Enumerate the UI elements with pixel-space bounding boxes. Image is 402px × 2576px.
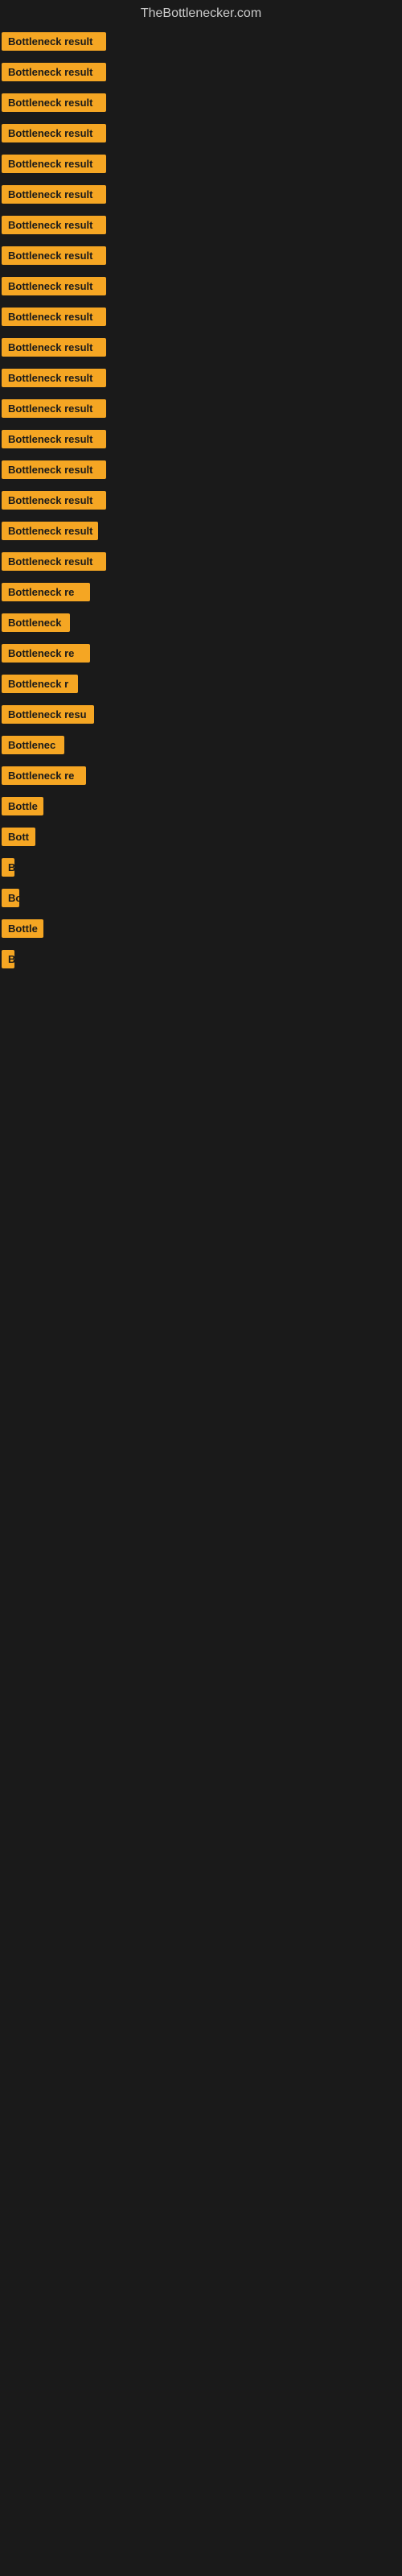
list-item[interactable]: Bottleneck result — [2, 367, 400, 393]
list-item[interactable]: Bottleneck result — [2, 153, 400, 179]
list-item[interactable]: Bottleneck r — [2, 673, 400, 699]
list-item[interactable]: Bottleneck result — [2, 184, 400, 209]
list-item[interactable]: Bottleneck result — [2, 336, 400, 362]
list-item[interactable]: Bottleneck result — [2, 245, 400, 270]
items-container: Bottleneck result Bottleneck result Bottle… — [0, 27, 402, 982]
bottleneck-label: Bottleneck result — [2, 124, 106, 142]
list-item[interactable]: Bottleneck result — [2, 122, 400, 148]
list-item[interactable]: Bottle — [2, 795, 400, 821]
bottleneck-label: Bottleneck result — [2, 430, 106, 448]
bottleneck-label: Bottleneck result — [2, 32, 106, 51]
list-item[interactable]: Bo — [2, 887, 400, 913]
bottleneck-label: Bottlenec — [2, 736, 64, 754]
list-item[interactable]: Bottleneck result — [2, 551, 400, 576]
list-item[interactable]: Bottleneck result — [2, 428, 400, 454]
bottleneck-label: Bottleneck result — [2, 552, 106, 571]
list-item[interactable]: Bottleneck result — [2, 520, 400, 546]
bottleneck-label: Bottleneck result — [2, 155, 106, 173]
bottleneck-label: Bottleneck result — [2, 63, 106, 81]
bottleneck-label: Bo — [2, 889, 19, 907]
bottleneck-label: Bottleneck result — [2, 216, 106, 234]
bottleneck-label: Bott — [2, 828, 35, 846]
bottleneck-label: Bottleneck re — [2, 583, 90, 601]
list-item[interactable]: Bottleneck result — [2, 489, 400, 515]
list-item[interactable]: Bottleneck re — [2, 581, 400, 607]
list-item[interactable]: B — [2, 857, 400, 882]
list-item[interactable]: Bottleneck result — [2, 214, 400, 240]
list-item[interactable]: Bottleneck result — [2, 306, 400, 332]
list-item[interactable]: B — [2, 948, 400, 974]
bottleneck-label: Bottleneck — [2, 613, 70, 632]
site-title: TheBottlenecker.com — [0, 0, 402, 27]
bottleneck-label: Bottleneck re — [2, 644, 90, 663]
bottleneck-label: Bottleneck r — [2, 675, 78, 693]
bottleneck-label: Bottleneck result — [2, 185, 106, 204]
bottleneck-label: B — [2, 858, 14, 877]
bottleneck-label: Bottleneck result — [2, 522, 98, 540]
bottleneck-label: Bottleneck result — [2, 399, 106, 418]
bottleneck-label: Bottleneck result — [2, 246, 106, 265]
list-item[interactable]: Bott — [2, 826, 400, 852]
list-item[interactable]: Bottleneck resu — [2, 704, 400, 729]
bottleneck-label: Bottleneck resu — [2, 705, 94, 724]
bottleneck-label: Bottleneck result — [2, 277, 106, 295]
list-item[interactable]: Bottleneck result — [2, 92, 400, 118]
list-item[interactable]: Bottleneck result — [2, 459, 400, 485]
bottleneck-label: Bottleneck result — [2, 308, 106, 326]
list-item[interactable]: Bottleneck re — [2, 765, 400, 791]
bottleneck-label: Bottle — [2, 797, 43, 815]
list-item[interactable]: Bottleneck result — [2, 275, 400, 301]
bottleneck-label: Bottleneck result — [2, 93, 106, 112]
list-item[interactable]: Bottle — [2, 918, 400, 943]
list-item[interactable]: Bottleneck result — [2, 61, 400, 87]
list-item[interactable]: Bottleneck result — [2, 398, 400, 423]
bottleneck-label: Bottleneck result — [2, 369, 106, 387]
list-item[interactable]: Bottleneck re — [2, 642, 400, 668]
bottleneck-label: Bottleneck result — [2, 491, 106, 510]
list-item[interactable]: Bottlenec — [2, 734, 400, 760]
bottleneck-label: Bottleneck re — [2, 766, 86, 785]
list-item[interactable]: Bottleneck result — [2, 31, 400, 56]
bottleneck-label: Bottleneck result — [2, 460, 106, 479]
bottleneck-label: Bottle — [2, 919, 43, 938]
bottleneck-label: B — [2, 950, 14, 968]
list-item[interactable]: Bottleneck — [2, 612, 400, 638]
bottleneck-label: Bottleneck result — [2, 338, 106, 357]
